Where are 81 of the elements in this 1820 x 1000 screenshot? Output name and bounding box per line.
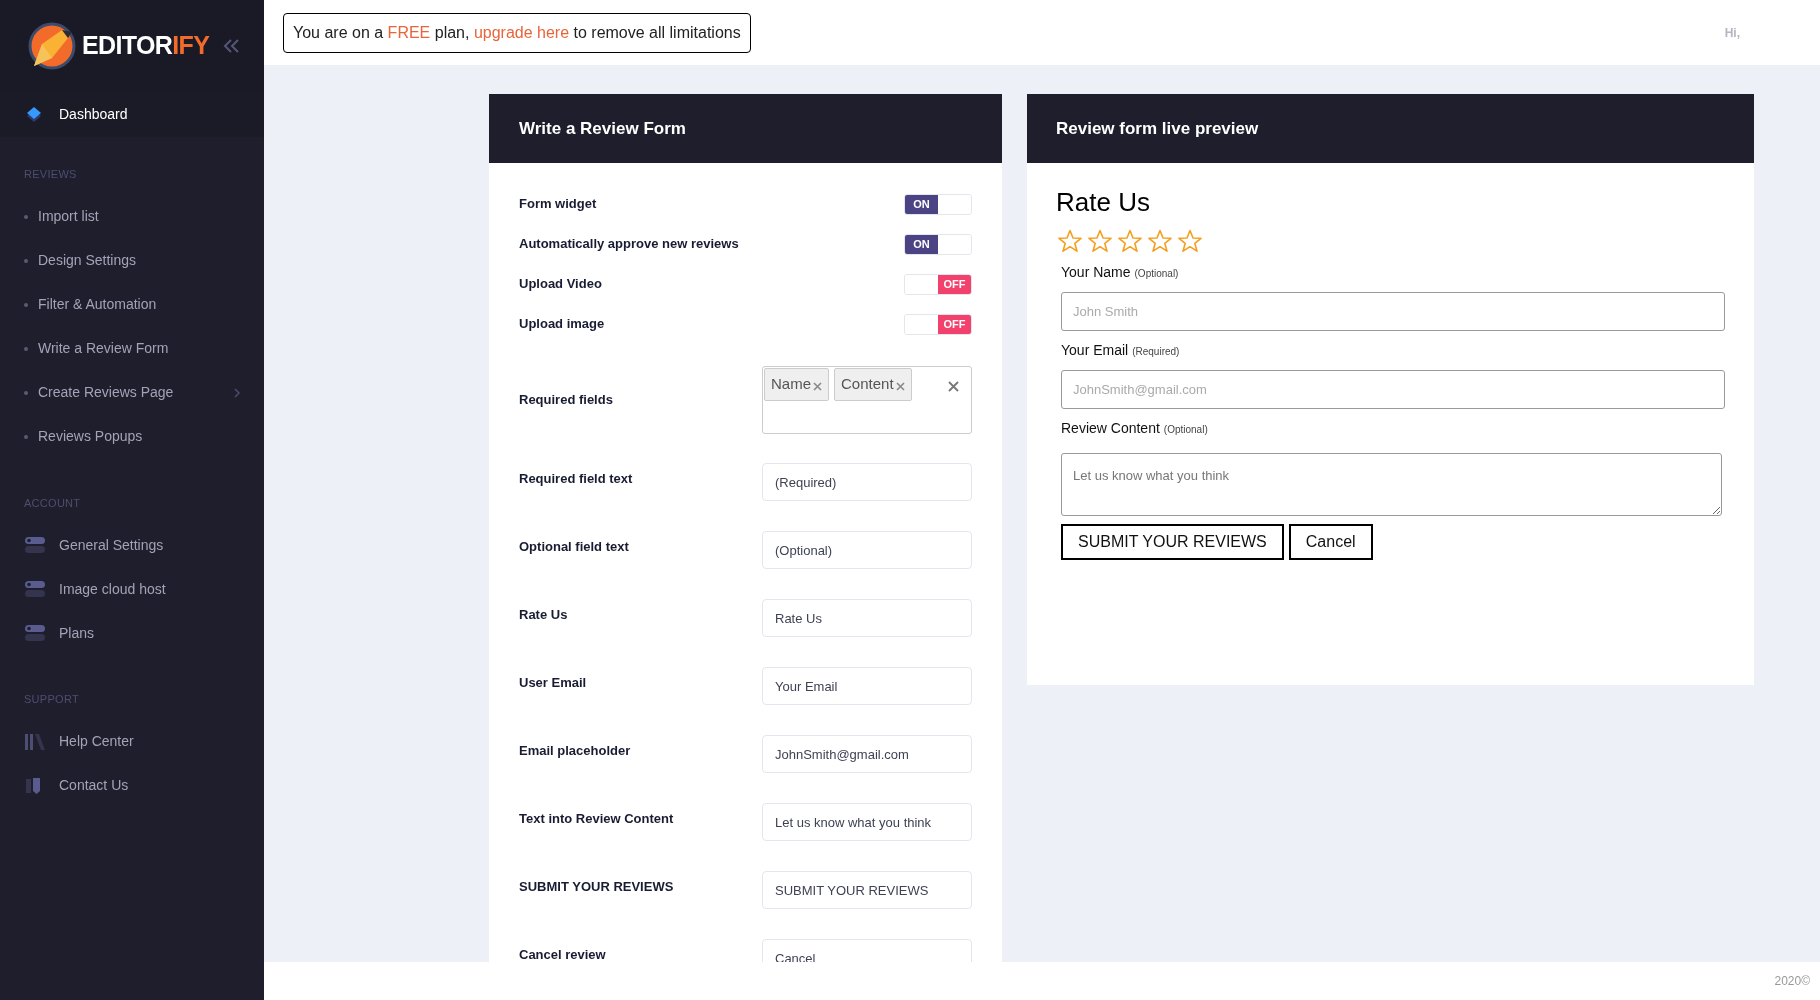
star-outline-icon [1178, 229, 1202, 253]
toggle-icon [25, 580, 45, 598]
field-label: Your Name (Optional) [1061, 263, 1180, 282]
sidebar-item[interactable]: Reviews Popups [0, 414, 264, 459]
section-heading: REVIEWS [23, 167, 78, 182]
text-field[interactable]: SUBMIT YOUR REVIEWS [762, 871, 972, 909]
field-label: Text into Review Content [519, 810, 674, 828]
field-label: Upload image [519, 315, 605, 334]
panel-title: Review form live preview [1027, 94, 1754, 163]
text-field[interactable]: Rate Us [762, 599, 972, 637]
toggle-switch[interactable]: ON [904, 193, 972, 215]
field-label: Required fields [519, 391, 613, 410]
star-outline-icon [1058, 229, 1082, 253]
sidebar-item[interactable]: Design Settings [0, 238, 264, 283]
sidebar-item[interactable]: Write a Review Form [0, 326, 264, 371]
section-heading: ACCOUNT [23, 495, 82, 511]
tag-chip[interactable]: Content [834, 368, 912, 401]
copyright-text: 2020© [1774, 973, 1810, 990]
text-field[interactable]: Let us know what you think [762, 803, 972, 841]
text-field[interactable]: Your Email [762, 667, 972, 705]
field-label: User Email [519, 674, 587, 692]
field-label: Rate Us [519, 606, 568, 624]
layers-icon [25, 105, 43, 124]
sidebar-item[interactable]: Plans [0, 611, 264, 655]
panel-title: Write a Review Form [489, 94, 1002, 163]
form-heading: Rate Us [1056, 189, 1151, 215]
field-label: Cancel review [519, 946, 606, 962]
plan-banner: You are on a FREE plan, upgrade here to remove all limitations [283, 12, 751, 53]
books-icon [25, 732, 45, 751]
sidebar-item[interactable]: Contact Us [0, 763, 264, 808]
sidebar-item[interactable]: Filter & Automation [0, 282, 264, 327]
bullet-icon [24, 390, 28, 395]
review-textarea[interactable]: Let us know what you think [1061, 453, 1722, 516]
collapse-button[interactable] [221, 37, 242, 55]
submit-button[interactable]: SUBMIT YOUR REVIEWS [1061, 524, 1284, 560]
sidebar-item[interactable]: Image cloud host [0, 567, 264, 611]
bullet-icon [24, 258, 28, 263]
double-chevron-icon [223, 39, 240, 53]
section-heading: SUPPORT [23, 692, 80, 707]
tag-select-field[interactable]: Name Content [762, 366, 972, 434]
toggle-switch[interactable]: OFF [904, 273, 972, 295]
sidebar-item[interactable]: Import list [0, 194, 264, 239]
field-label: Optional field text [519, 538, 629, 556]
star-outline-icon [1118, 229, 1142, 253]
field-label: Form widget [519, 195, 597, 214]
tag-chip[interactable]: Name [764, 368, 829, 401]
field-label: Review Content (Optional) [1061, 419, 1209, 438]
field-label: Required field text [519, 470, 633, 488]
clear-icon [948, 381, 959, 392]
bullet-icon [24, 214, 28, 219]
toggle-switch[interactable]: ON [904, 233, 972, 255]
remove-icon [813, 382, 822, 391]
star-outline-icon [1148, 229, 1172, 253]
bullet-icon [24, 302, 28, 307]
bullet-icon [24, 434, 28, 439]
upgrade-link[interactable]: upgrade here [473, 23, 570, 41]
logo-icon [28, 22, 76, 70]
toggle-switch[interactable]: OFF [904, 313, 972, 335]
remove-icon [895, 382, 905, 391]
sidebar-item[interactable]: Create Reviews Page [0, 370, 264, 415]
toggle-icon [25, 624, 45, 642]
brand-name: EDITORIFY [82, 30, 210, 62]
sidebar-item[interactable]: Dashboard [0, 92, 264, 137]
toggle-icon [25, 536, 45, 554]
text-field[interactable]: (Required) [762, 463, 972, 501]
bullet-icon [24, 346, 28, 351]
text-field[interactable]: JohnSmith@gmail.com [1061, 370, 1725, 409]
text-field[interactable]: John Smith [1061, 292, 1725, 331]
sidebar-item[interactable]: General Settings [0, 523, 264, 567]
greeting-text: Hi, [1724, 24, 1740, 42]
field-label: Upload Video [519, 275, 602, 294]
field-label: Email placeholder [519, 742, 631, 760]
star-outline-icon [1088, 229, 1112, 253]
cancel-button[interactable]: Cancel [1288, 524, 1373, 560]
field-label: Your Email (Required) [1061, 341, 1181, 360]
text-field[interactable]: JohnSmith@gmail.com [762, 735, 972, 773]
field-label: Automatically approve new reviews [519, 235, 739, 254]
field-label: SUBMIT YOUR REVIEWS [519, 878, 674, 896]
sidebar-item[interactable]: Help Center [0, 719, 264, 764]
star-rating[interactable] [1058, 229, 1202, 253]
text-field[interactable]: (Optional) [762, 531, 972, 569]
